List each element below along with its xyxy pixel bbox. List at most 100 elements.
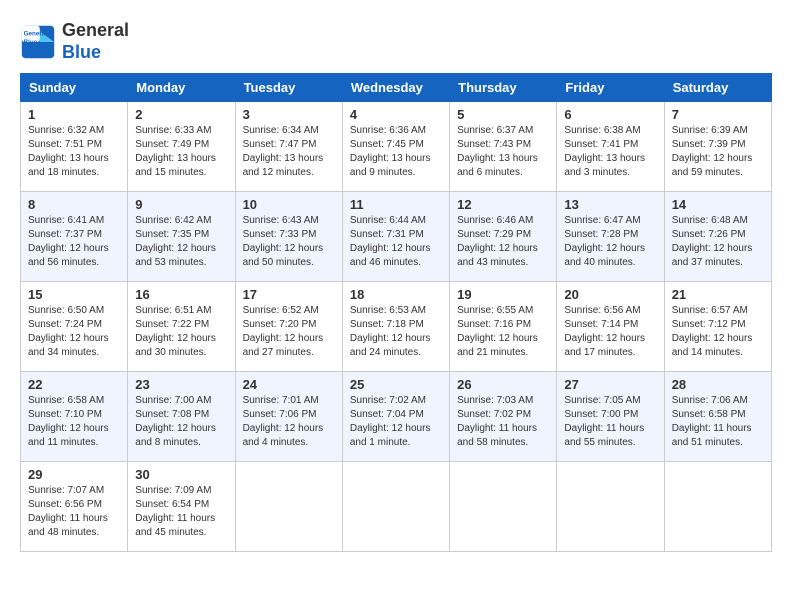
- col-thursday: Thursday: [450, 74, 557, 102]
- day-number: 4: [350, 107, 442, 122]
- day-number: 10: [243, 197, 335, 212]
- day-number: 20: [564, 287, 656, 302]
- day-info: Sunrise: 6:42 AMSunset: 7:35 PMDaylight:…: [135, 215, 216, 268]
- day-number: 3: [243, 107, 335, 122]
- day-info: Sunrise: 7:09 AMSunset: 6:54 PMDaylight:…: [135, 485, 215, 538]
- day-number: 26: [457, 377, 549, 392]
- calendar-cell: 2 Sunrise: 6:33 AMSunset: 7:49 PMDayligh…: [128, 102, 235, 192]
- day-number: 5: [457, 107, 549, 122]
- calendar-cell: 5 Sunrise: 6:37 AMSunset: 7:43 PMDayligh…: [450, 102, 557, 192]
- day-info: Sunrise: 6:50 AMSunset: 7:24 PMDaylight:…: [28, 305, 109, 358]
- day-number: 29: [28, 467, 120, 482]
- day-info: Sunrise: 6:34 AMSunset: 7:47 PMDaylight:…: [243, 125, 324, 178]
- calendar-cell: 6 Sunrise: 6:38 AMSunset: 7:41 PMDayligh…: [557, 102, 664, 192]
- calendar-cell: 28 Sunrise: 7:06 AMSunset: 6:58 PMDaylig…: [664, 372, 771, 462]
- calendar-cell: 12 Sunrise: 6:46 AMSunset: 7:29 PMDaylig…: [450, 192, 557, 282]
- calendar-table: Sunday Monday Tuesday Wednesday Thursday…: [20, 73, 772, 552]
- day-info: Sunrise: 6:44 AMSunset: 7:31 PMDaylight:…: [350, 215, 431, 268]
- calendar-cell: 7 Sunrise: 6:39 AMSunset: 7:39 PMDayligh…: [664, 102, 771, 192]
- calendar-cell: [450, 462, 557, 552]
- calendar-row: 22 Sunrise: 6:58 AMSunset: 7:10 PMDaylig…: [21, 372, 772, 462]
- day-number: 12: [457, 197, 549, 212]
- calendar-cell: 23 Sunrise: 7:00 AMSunset: 7:08 PMDaylig…: [128, 372, 235, 462]
- calendar-row: 29 Sunrise: 7:07 AMSunset: 6:56 PMDaylig…: [21, 462, 772, 552]
- calendar-cell: 25 Sunrise: 7:02 AMSunset: 7:04 PMDaylig…: [342, 372, 449, 462]
- day-number: 14: [672, 197, 764, 212]
- col-monday: Monday: [128, 74, 235, 102]
- day-info: Sunrise: 6:37 AMSunset: 7:43 PMDaylight:…: [457, 125, 538, 178]
- day-info: Sunrise: 7:05 AMSunset: 7:00 PMDaylight:…: [564, 395, 644, 448]
- day-info: Sunrise: 6:48 AMSunset: 7:26 PMDaylight:…: [672, 215, 753, 268]
- day-info: Sunrise: 6:58 AMSunset: 7:10 PMDaylight:…: [28, 395, 109, 448]
- calendar-cell: 16 Sunrise: 6:51 AMSunset: 7:22 PMDaylig…: [128, 282, 235, 372]
- header-row: Sunday Monday Tuesday Wednesday Thursday…: [21, 74, 772, 102]
- day-number: 28: [672, 377, 764, 392]
- calendar-cell: [342, 462, 449, 552]
- col-saturday: Saturday: [664, 74, 771, 102]
- calendar-cell: [664, 462, 771, 552]
- day-number: 2: [135, 107, 227, 122]
- calendar-cell: 14 Sunrise: 6:48 AMSunset: 7:26 PMDaylig…: [664, 192, 771, 282]
- day-number: 11: [350, 197, 442, 212]
- logo: General Blue GeneralBlue: [20, 20, 129, 63]
- calendar-cell: [557, 462, 664, 552]
- calendar-cell: 11 Sunrise: 6:44 AMSunset: 7:31 PMDaylig…: [342, 192, 449, 282]
- logo-icon: General Blue: [20, 24, 56, 60]
- calendar-cell: 24 Sunrise: 7:01 AMSunset: 7:06 PMDaylig…: [235, 372, 342, 462]
- day-info: Sunrise: 7:07 AMSunset: 6:56 PMDaylight:…: [28, 485, 108, 538]
- calendar-cell: 15 Sunrise: 6:50 AMSunset: 7:24 PMDaylig…: [21, 282, 128, 372]
- day-number: 6: [564, 107, 656, 122]
- calendar-cell: 22 Sunrise: 6:58 AMSunset: 7:10 PMDaylig…: [21, 372, 128, 462]
- col-sunday: Sunday: [21, 74, 128, 102]
- calendar-row: 1 Sunrise: 6:32 AMSunset: 7:51 PMDayligh…: [21, 102, 772, 192]
- day-info: Sunrise: 7:02 AMSunset: 7:04 PMDaylight:…: [350, 395, 431, 448]
- day-info: Sunrise: 7:03 AMSunset: 7:02 PMDaylight:…: [457, 395, 537, 448]
- day-info: Sunrise: 7:00 AMSunset: 7:08 PMDaylight:…: [135, 395, 216, 448]
- day-info: Sunrise: 6:57 AMSunset: 7:12 PMDaylight:…: [672, 305, 753, 358]
- day-info: Sunrise: 6:55 AMSunset: 7:16 PMDaylight:…: [457, 305, 538, 358]
- calendar-cell: 29 Sunrise: 7:07 AMSunset: 6:56 PMDaylig…: [21, 462, 128, 552]
- calendar-cell: 13 Sunrise: 6:47 AMSunset: 7:28 PMDaylig…: [557, 192, 664, 282]
- day-info: Sunrise: 6:39 AMSunset: 7:39 PMDaylight:…: [672, 125, 753, 178]
- day-number: 22: [28, 377, 120, 392]
- day-info: Sunrise: 6:56 AMSunset: 7:14 PMDaylight:…: [564, 305, 645, 358]
- logo-text: GeneralBlue: [62, 20, 129, 63]
- day-info: Sunrise: 6:43 AMSunset: 7:33 PMDaylight:…: [243, 215, 324, 268]
- svg-text:General: General: [24, 30, 48, 37]
- calendar-cell: 10 Sunrise: 6:43 AMSunset: 7:33 PMDaylig…: [235, 192, 342, 282]
- day-number: 17: [243, 287, 335, 302]
- col-tuesday: Tuesday: [235, 74, 342, 102]
- calendar-cell: 26 Sunrise: 7:03 AMSunset: 7:02 PMDaylig…: [450, 372, 557, 462]
- calendar-cell: 9 Sunrise: 6:42 AMSunset: 7:35 PMDayligh…: [128, 192, 235, 282]
- day-info: Sunrise: 6:32 AMSunset: 7:51 PMDaylight:…: [28, 125, 109, 178]
- day-number: 27: [564, 377, 656, 392]
- calendar-cell: 30 Sunrise: 7:09 AMSunset: 6:54 PMDaylig…: [128, 462, 235, 552]
- calendar-cell: 8 Sunrise: 6:41 AMSunset: 7:37 PMDayligh…: [21, 192, 128, 282]
- calendar-cell: 1 Sunrise: 6:32 AMSunset: 7:51 PMDayligh…: [21, 102, 128, 192]
- day-number: 8: [28, 197, 120, 212]
- day-number: 19: [457, 287, 549, 302]
- day-info: Sunrise: 6:46 AMSunset: 7:29 PMDaylight:…: [457, 215, 538, 268]
- day-info: Sunrise: 6:38 AMSunset: 7:41 PMDaylight:…: [564, 125, 645, 178]
- day-number: 13: [564, 197, 656, 212]
- calendar-cell: 3 Sunrise: 6:34 AMSunset: 7:47 PMDayligh…: [235, 102, 342, 192]
- day-info: Sunrise: 6:51 AMSunset: 7:22 PMDaylight:…: [135, 305, 216, 358]
- calendar-cell: 19 Sunrise: 6:55 AMSunset: 7:16 PMDaylig…: [450, 282, 557, 372]
- day-info: Sunrise: 6:53 AMSunset: 7:18 PMDaylight:…: [350, 305, 431, 358]
- day-info: Sunrise: 6:41 AMSunset: 7:37 PMDaylight:…: [28, 215, 109, 268]
- day-number: 15: [28, 287, 120, 302]
- day-info: Sunrise: 6:52 AMSunset: 7:20 PMDaylight:…: [243, 305, 324, 358]
- day-number: 30: [135, 467, 227, 482]
- svg-text:Blue: Blue: [24, 38, 38, 45]
- page-header: General Blue GeneralBlue: [20, 20, 772, 63]
- day-info: Sunrise: 6:36 AMSunset: 7:45 PMDaylight:…: [350, 125, 431, 178]
- calendar-cell: 27 Sunrise: 7:05 AMSunset: 7:00 PMDaylig…: [557, 372, 664, 462]
- calendar-cell: 21 Sunrise: 6:57 AMSunset: 7:12 PMDaylig…: [664, 282, 771, 372]
- day-number: 23: [135, 377, 227, 392]
- calendar-cell: 18 Sunrise: 6:53 AMSunset: 7:18 PMDaylig…: [342, 282, 449, 372]
- calendar-cell: 20 Sunrise: 6:56 AMSunset: 7:14 PMDaylig…: [557, 282, 664, 372]
- calendar-cell: [235, 462, 342, 552]
- calendar-cell: 17 Sunrise: 6:52 AMSunset: 7:20 PMDaylig…: [235, 282, 342, 372]
- calendar-cell: 4 Sunrise: 6:36 AMSunset: 7:45 PMDayligh…: [342, 102, 449, 192]
- day-info: Sunrise: 7:06 AMSunset: 6:58 PMDaylight:…: [672, 395, 752, 448]
